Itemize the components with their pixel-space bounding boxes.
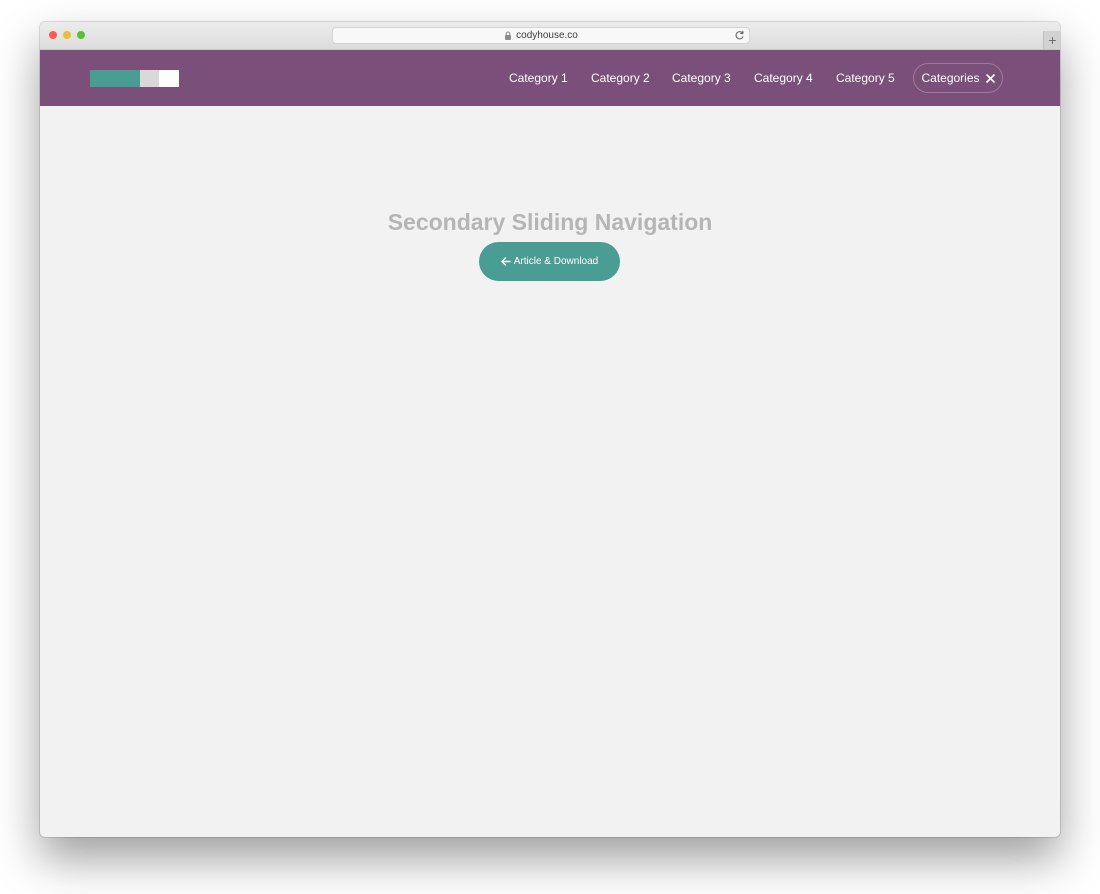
- address-content: codyhouse.co: [333, 28, 749, 43]
- nav-category-5[interactable]: Category 5: [836, 71, 895, 85]
- arrow-left-icon: [501, 257, 511, 266]
- close-icon: [985, 73, 995, 83]
- nav-category-1[interactable]: Category 1: [509, 71, 568, 85]
- minimize-window-button[interactable]: [63, 31, 71, 39]
- address-bar[interactable]: codyhouse.co: [332, 27, 750, 44]
- nav-category-2[interactable]: Category 2: [591, 71, 650, 85]
- address-url: codyhouse.co: [516, 30, 578, 41]
- categories-toggle-button[interactable]: Categories: [913, 63, 1003, 93]
- primary-navigation: Category 1 Category 2 Category 3 Categor…: [40, 50, 1060, 106]
- site-header: Category 1 Category 2 Category 3 Categor…: [40, 50, 1060, 106]
- nav-category-4[interactable]: Category 4: [754, 71, 813, 85]
- nav-category-3[interactable]: Category 3: [672, 71, 731, 85]
- new-tab-button[interactable]: +: [1043, 31, 1060, 49]
- browser-titlebar: codyhouse.co +: [40, 22, 1060, 50]
- page-title: Secondary Sliding Navigation: [387, 209, 713, 236]
- zoom-window-button[interactable]: [77, 31, 85, 39]
- reload-icon[interactable]: [734, 30, 745, 41]
- close-window-button[interactable]: [49, 31, 57, 39]
- lock-icon: [505, 31, 512, 40]
- article-download-button[interactable]: Article & Download: [479, 242, 620, 281]
- browser-window: codyhouse.co + Category 1 Category 2 Cat…: [40, 22, 1060, 837]
- article-download-label: Article & Download: [513, 256, 599, 267]
- categories-button-label: Categories: [921, 71, 980, 85]
